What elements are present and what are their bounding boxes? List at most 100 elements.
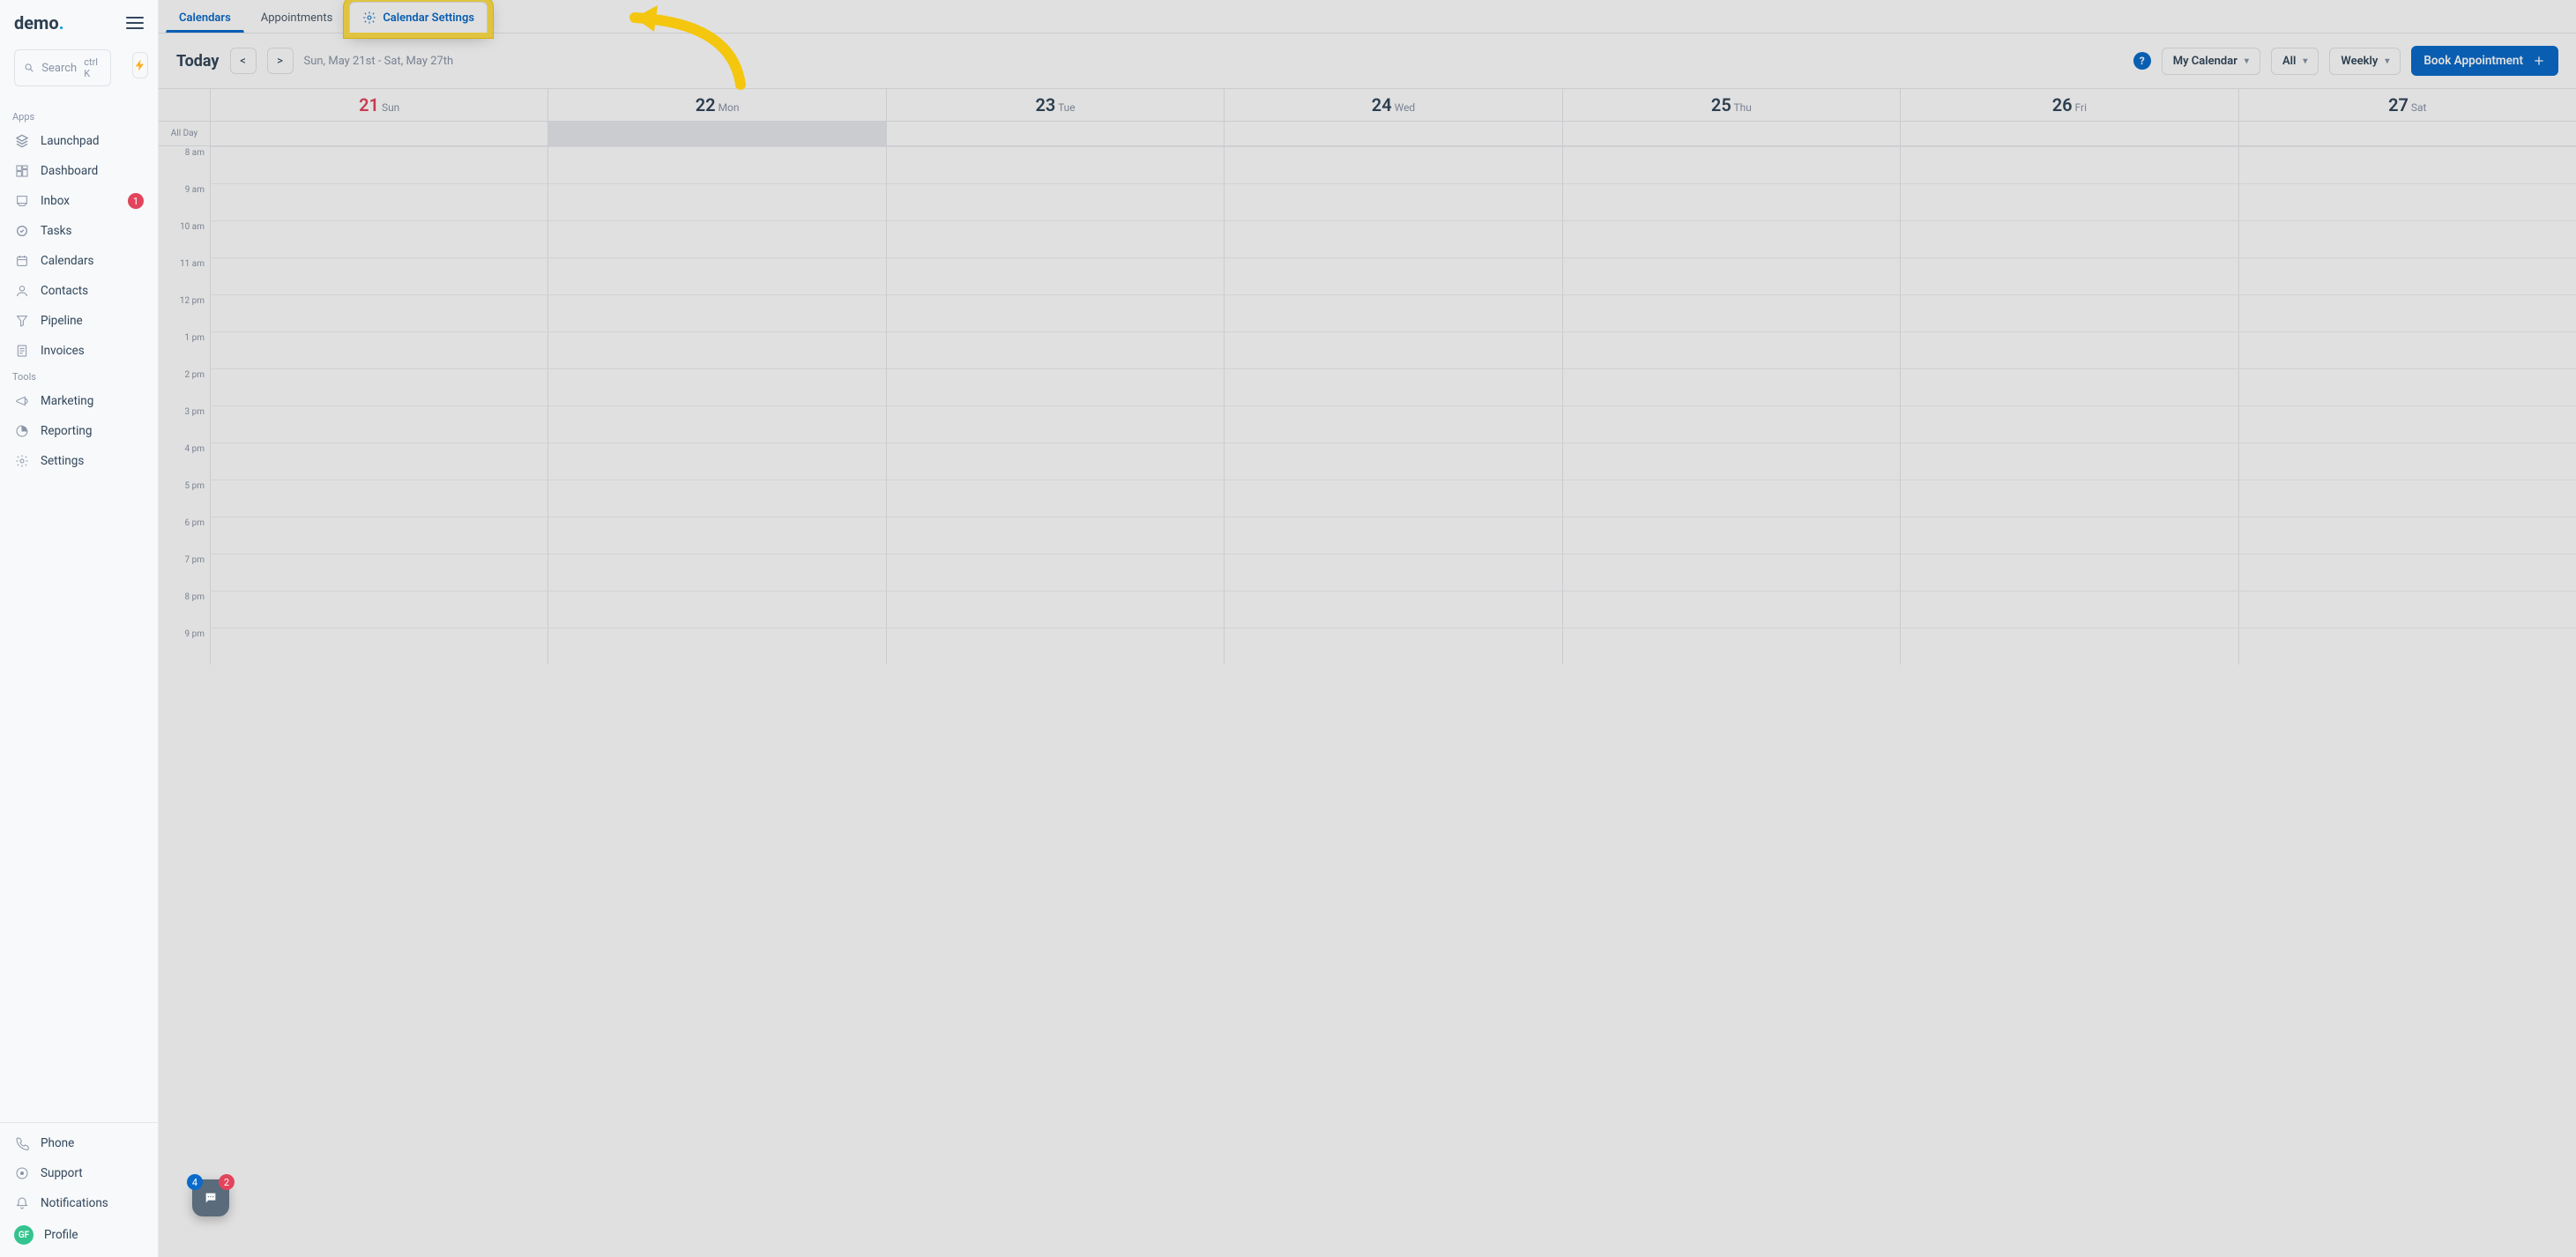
calendar-cell[interactable] (1900, 517, 2237, 554)
all-day-cell[interactable] (547, 122, 885, 145)
calendar-cell[interactable] (1562, 554, 1900, 591)
calendar-cell[interactable] (2238, 517, 2576, 554)
sidebar-item-support[interactable]: Support (5, 1158, 153, 1188)
calendar-cell[interactable] (547, 405, 885, 443)
tab-calendars[interactable]: Calendars (166, 3, 244, 33)
calendar-cell[interactable] (1562, 331, 1900, 368)
calendar-cell[interactable] (2238, 220, 2576, 257)
calendar-cell[interactable] (1562, 368, 1900, 405)
calendar-cell[interactable] (1562, 405, 1900, 443)
all-day-cell[interactable] (1900, 122, 2237, 145)
sidebar-item-pipeline[interactable]: Pipeline (5, 306, 153, 336)
calendar-cell[interactable] (1562, 220, 1900, 257)
book-appointment-button[interactable]: Book Appointment (2411, 46, 2558, 76)
calendar-cell[interactable] (2238, 591, 2576, 628)
sidebar-item-settings[interactable]: Settings (5, 446, 153, 476)
calendar-cell[interactable] (547, 628, 885, 665)
calendar-cell[interactable] (547, 146, 885, 183)
calendar-cell[interactable] (210, 554, 547, 591)
calendar-cell[interactable] (1562, 628, 1900, 665)
calendar-cell[interactable] (2238, 257, 2576, 294)
calendar-cell[interactable] (1224, 405, 1561, 443)
hours-scroll[interactable]: 8 am9 am10 am11 am12 pm1 pm2 pm3 pm4 pm5… (159, 146, 2576, 1257)
calendar-cell[interactable] (886, 517, 1224, 554)
calendar-cell[interactable] (1224, 183, 1561, 220)
calendar-cell[interactable] (210, 368, 547, 405)
calendar-cell[interactable] (886, 220, 1224, 257)
calendar-cell[interactable] (1224, 331, 1561, 368)
calendar-cell[interactable] (547, 331, 885, 368)
calendar-cell[interactable] (1900, 220, 2237, 257)
calendar-cell[interactable] (1900, 554, 2237, 591)
collapse-sidebar-icon[interactable] (126, 17, 144, 29)
calendar-cell[interactable] (210, 294, 547, 331)
sidebar-item-notifications[interactable]: Notifications (5, 1188, 153, 1218)
all-day-cell[interactable] (2238, 122, 2576, 145)
calendar-cell[interactable] (886, 368, 1224, 405)
calendar-cell[interactable] (2238, 554, 2576, 591)
calendar-cell[interactable] (2238, 628, 2576, 665)
calendar-cell[interactable] (547, 368, 885, 405)
all-day-cell[interactable] (210, 122, 547, 145)
sidebar-item-calendars[interactable]: Calendars (5, 246, 153, 276)
calendar-cell[interactable] (2238, 331, 2576, 368)
calendar-cell[interactable] (1900, 480, 2237, 517)
calendar-cell[interactable] (1900, 405, 2237, 443)
sidebar-item-invoices[interactable]: Invoices (5, 336, 153, 366)
calendar-cell[interactable] (2238, 183, 2576, 220)
sidebar-item-profile[interactable]: GFProfile (5, 1218, 153, 1252)
tab-appointments[interactable]: Appointments (248, 3, 346, 33)
calendar-cell[interactable] (1224, 257, 1561, 294)
calendar-cell[interactable] (1900, 294, 2237, 331)
calendar-cell[interactable] (886, 294, 1224, 331)
calendar-cell[interactable] (547, 220, 885, 257)
all-day-cell[interactable] (886, 122, 1224, 145)
calendar-cell[interactable] (210, 331, 547, 368)
calendar-cell[interactable] (1562, 443, 1900, 480)
sidebar-item-tasks[interactable]: Tasks (5, 216, 153, 246)
calendar-cell[interactable] (1900, 331, 2237, 368)
calendar-cell[interactable] (547, 517, 885, 554)
calendar-cell[interactable] (1224, 554, 1561, 591)
calendar-cell[interactable] (1900, 591, 2237, 628)
calendar-cell[interactable] (210, 183, 547, 220)
calendar-cell[interactable] (210, 480, 547, 517)
calendar-cell[interactable] (1224, 628, 1561, 665)
sidebar-item-contacts[interactable]: Contacts (5, 276, 153, 306)
quick-action-button[interactable] (132, 52, 148, 78)
calendar-cell[interactable] (2238, 146, 2576, 183)
calendar-cell[interactable] (2238, 443, 2576, 480)
calendar-cell[interactable] (210, 628, 547, 665)
calendar-cell[interactable] (886, 443, 1224, 480)
calendar-cell[interactable] (886, 591, 1224, 628)
calendar-cell[interactable] (1900, 257, 2237, 294)
calendar-cell[interactable] (2238, 294, 2576, 331)
calendar-cell[interactable] (886, 480, 1224, 517)
calendar-cell[interactable] (1224, 517, 1561, 554)
chat-widget[interactable]: 4 2 (192, 1179, 229, 1216)
all-day-cell[interactable] (1224, 122, 1561, 145)
calendar-cell[interactable] (547, 480, 885, 517)
calendar-cell[interactable] (1900, 443, 2237, 480)
calendar-cell[interactable] (1224, 220, 1561, 257)
calendar-cell[interactable] (547, 183, 885, 220)
calendar-cell[interactable] (1224, 480, 1561, 517)
calendar-cell[interactable] (886, 554, 1224, 591)
calendar-cell[interactable] (1900, 628, 2237, 665)
calendar-cell[interactable] (1224, 146, 1561, 183)
sidebar-item-dashboard[interactable]: Dashboard (5, 156, 153, 186)
calendar-cell[interactable] (1562, 183, 1900, 220)
calendar-cell[interactable] (547, 554, 885, 591)
calendar-cell[interactable] (1224, 591, 1561, 628)
today-label[interactable]: Today (176, 52, 220, 71)
calendar-cell[interactable] (2238, 405, 2576, 443)
calendar-cell[interactable] (210, 405, 547, 443)
calendar-cell[interactable] (210, 517, 547, 554)
view-dropdown[interactable]: Weekly▾ (2329, 48, 2401, 75)
calendar-cell[interactable] (1900, 368, 2237, 405)
calendar-cell[interactable] (1224, 368, 1561, 405)
prev-week-button[interactable]: < (230, 48, 257, 74)
calendar-cell[interactable] (886, 628, 1224, 665)
calendar-cell[interactable] (547, 443, 885, 480)
calendar-cell[interactable] (886, 183, 1224, 220)
